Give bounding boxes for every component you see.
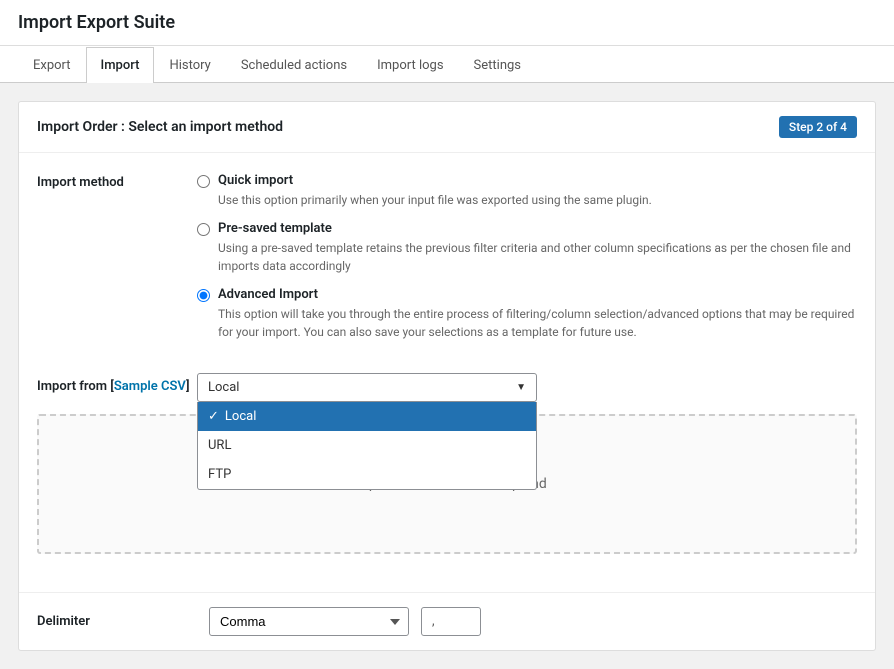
radio-label-pre-saved[interactable]: Pre-saved template [218,221,332,236]
radio-content-quick-import: Quick import Use this option primarily w… [218,173,652,209]
radio-label-advanced[interactable]: Advanced Import [218,287,318,302]
radio-option-pre-saved[interactable]: Pre-saved template Using a pre-saved tem… [197,221,857,275]
dropdown-selected-value: Local [208,380,239,395]
app-title: Import Export Suite [18,12,175,33]
dropdown-item-url[interactable]: URL [198,431,536,460]
card-header: Import Order : Select an import method S… [19,102,875,153]
tab-history[interactable]: History [154,47,225,83]
import-from-text: Import from [ [37,379,114,394]
delimiter-row: Delimiter Comma Semicolon Tab Pipe , [19,592,875,650]
radio-content-advanced: Advanced Import This option will take yo… [218,287,857,341]
radio-option-quick-import[interactable]: Quick import Use this option primarily w… [197,173,857,209]
main-card: Import Order : Select an import method S… [18,101,876,651]
tab-import-logs[interactable]: Import logs [362,47,458,83]
card-body: Import method Quick import Use this opti… [19,153,875,592]
tab-import[interactable]: Import [86,47,155,83]
checkmark-icon: ✓ [208,409,219,424]
tab-settings[interactable]: Settings [459,47,536,83]
app-header: Import Export Suite [0,0,894,46]
radio-desc-quick-import: Use this option primarily when your inpu… [218,191,652,209]
import-method-label: Import method [37,173,197,190]
tab-export[interactable]: Export [18,47,86,83]
radio-desc-pre-saved: Using a pre-saved template retains the p… [218,239,857,275]
radio-pre-saved[interactable] [197,223,210,236]
radio-content-pre-saved: Pre-saved template Using a pre-saved tem… [218,221,857,275]
dropdown-item-ftp[interactable]: FTP [198,460,536,489]
radio-label-quick-import[interactable]: Quick import [218,173,293,188]
dropdown-wrapper: Local ▼ ✓ Local URL FTP [197,373,537,402]
radio-desc-advanced: This option will take you through the en… [218,305,857,341]
tab-scheduled-actions[interactable]: Scheduled actions [226,47,362,83]
tabs-bar: Export Import History Scheduled actions … [0,46,894,83]
radio-advanced[interactable] [197,289,210,302]
dropdown-label-local: Local [225,409,256,424]
dropdown-menu: ✓ Local URL FTP [197,402,537,490]
delimiter-value: , [421,607,481,636]
delimiter-label: Delimiter [37,614,197,629]
step-badge: Step 2 of 4 [779,116,857,138]
import-from-row: Import from [Sample CSV] Local ▼ ✓ Local… [37,373,857,402]
chevron-down-icon: ▼ [516,382,526,393]
dropdown-item-local[interactable]: ✓ Local [198,402,536,431]
import-from-label: Import from [Sample CSV] [37,373,197,394]
sample-csv-link[interactable]: Sample CSV [114,379,186,394]
import-method-options: Quick import Use this option primarily w… [197,173,857,353]
main-content: Import Order : Select an import method S… [0,83,894,669]
import-method-row: Import method Quick import Use this opti… [37,173,857,353]
dropdown-label-ftp: FTP [208,467,231,482]
dropdown-trigger[interactable]: Local ▼ [197,373,537,402]
card-title: Import Order : Select an import method [37,119,283,135]
import-from-bracket: ] [186,379,190,394]
radio-quick-import[interactable] [197,175,210,188]
radio-option-advanced[interactable]: Advanced Import This option will take yo… [197,287,857,341]
delimiter-select[interactable]: Comma Semicolon Tab Pipe [209,607,409,636]
dropdown-label-url: URL [208,438,231,453]
